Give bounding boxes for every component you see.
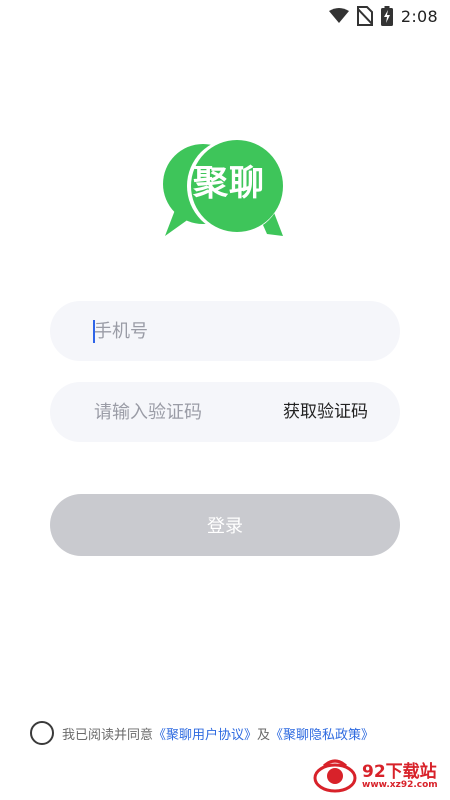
verification-code-field[interactable]: 获取验证码 [50, 382, 400, 442]
agreement-row: 我已阅读并同意 《聚聊用户协议》 及 《聚聊隐私政策》 [30, 720, 374, 746]
watermark: 92下载站 www.xz92.com [312, 756, 444, 796]
wifi-icon [328, 8, 349, 24]
user-agreement-link[interactable]: 《聚聊用户协议》 [153, 724, 257, 743]
status-time: 2:08 [400, 6, 438, 26]
login-button[interactable]: 登录 [50, 494, 400, 556]
watermark-logo-icon [313, 759, 357, 793]
no-sim-icon [356, 6, 373, 26]
status-bar: 2:08 [0, 0, 450, 32]
agreement-checkbox[interactable] [30, 721, 54, 745]
phone-input[interactable] [50, 301, 400, 361]
battery-charging-icon [380, 6, 393, 26]
logo-text: 聚聊 [193, 164, 266, 204]
verification-code-input[interactable] [50, 382, 270, 442]
phone-field[interactable] [50, 301, 400, 361]
watermark-text: 92下载站 [362, 762, 437, 782]
text-caret [93, 320, 95, 343]
agreement-and: 及 [257, 727, 271, 743]
agreement-prefix: 我已阅读并同意 [62, 727, 154, 743]
status-icons: 2:08 [328, 6, 438, 26]
app-logo: 聚聊 [163, 136, 287, 240]
get-code-button[interactable]: 获取验证码 [283, 382, 368, 442]
watermark-url: www.xz92.com [362, 780, 438, 790]
privacy-policy-link[interactable]: 《聚聊隐私政策》 [270, 724, 374, 743]
